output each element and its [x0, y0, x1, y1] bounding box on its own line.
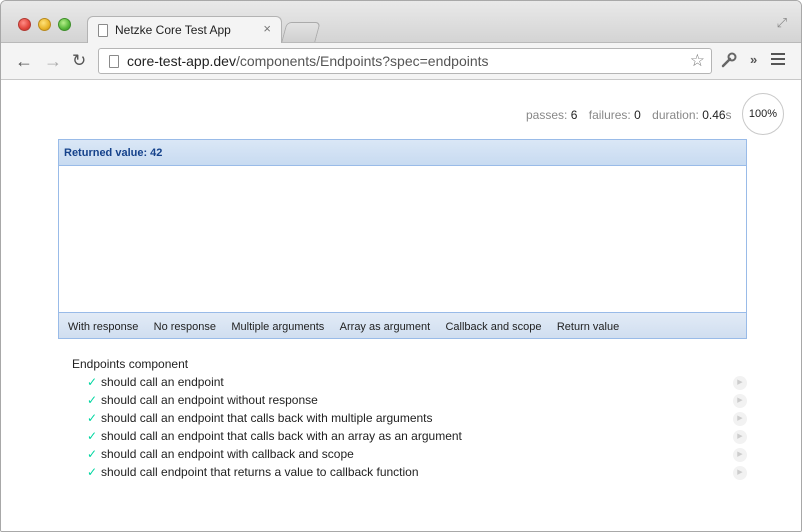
- url-path: /components/Endpoints?spec=endpoints: [235, 53, 489, 69]
- duration-unit: s: [725, 108, 732, 122]
- passes-label: passes:: [526, 108, 568, 122]
- test-item[interactable]: ✓ should call endpoint that returns a val…: [87, 465, 747, 483]
- new-tab-button[interactable]: [281, 22, 321, 42]
- url-text[interactable]: core-test-app.dev/components/Endpoints?s…: [127, 53, 489, 69]
- panel-header: Returned value: 42: [59, 140, 746, 166]
- replay-icon[interactable]: ▶: [733, 376, 747, 390]
- array-as-argument-button[interactable]: Array as argument: [340, 321, 430, 333]
- test-title[interactable]: should call an endpoint: [101, 375, 224, 389]
- progress-indicator: 100%: [742, 93, 784, 135]
- return-value-button[interactable]: Return value: [557, 321, 619, 333]
- test-list: ✓ should call an endpoint ▶ ✓ should call …: [87, 375, 747, 483]
- replay-icon[interactable]: ▶: [733, 412, 747, 426]
- callback-and-scope-button[interactable]: Callback and scope: [445, 321, 541, 333]
- page-content: passes: 6 failures: 0 duration: 0.46s 10…: [1, 81, 801, 531]
- check-icon: ✓: [87, 429, 98, 443]
- multiple-arguments-button[interactable]: Multiple arguments: [231, 321, 324, 333]
- duration-value: 0.46: [702, 108, 726, 122]
- test-title[interactable]: should call an endpoint without response: [101, 393, 318, 407]
- browser-tab[interactable]: Netzke Core Test App ×: [87, 16, 282, 44]
- suite-title[interactable]: Endpoints component: [72, 357, 188, 371]
- test-title[interactable]: should call an endpoint with callback an…: [101, 447, 354, 461]
- test-stats: passes: 6 failures: 0 duration: 0.46s: [526, 108, 732, 122]
- minimize-window-button[interactable]: [38, 18, 51, 31]
- page-icon: [98, 24, 108, 37]
- zoom-window-button[interactable]: [58, 18, 71, 31]
- wrench-icon[interactable]: [721, 52, 737, 73]
- test-title[interactable]: should call an endpoint that calls back …: [101, 411, 433, 425]
- replay-icon[interactable]: ▶: [733, 466, 747, 480]
- wrench-icon-graphic: [721, 52, 737, 68]
- no-response-button[interactable]: No response: [154, 321, 216, 333]
- test-title[interactable]: should call an endpoint that calls back …: [101, 429, 462, 443]
- fullscreen-icon[interactable]: ⤢: [777, 15, 787, 31]
- check-icon: ✓: [87, 411, 98, 425]
- panel-toolbar: With response No response Multiple argum…: [59, 312, 746, 338]
- test-item[interactable]: ✓ should call an endpoint ▶: [87, 375, 747, 393]
- overflow-chevron-icon[interactable]: »: [750, 52, 757, 67]
- page-icon: [109, 55, 119, 68]
- browser-toolbar: ← → ↻ core-test-app.dev/components/Endpo…: [1, 43, 801, 80]
- test-item[interactable]: ✓ should call an endpoint with callback a…: [87, 447, 747, 465]
- reload-icon[interactable]: ↻: [72, 51, 86, 71]
- test-item[interactable]: ✓ should call an endpoint without respons…: [87, 393, 747, 411]
- replay-icon[interactable]: ▶: [733, 394, 747, 408]
- replay-icon[interactable]: ▶: [733, 430, 747, 444]
- duration-label: duration:: [652, 108, 699, 122]
- endpoints-panel: Returned value: 42 With response No resp…: [58, 139, 747, 339]
- check-icon: ✓: [87, 375, 98, 389]
- test-item[interactable]: ✓ should call an endpoint that calls back…: [87, 429, 747, 447]
- check-icon: ✓: [87, 393, 98, 407]
- check-icon: ✓: [87, 447, 98, 461]
- forward-icon[interactable]: →: [44, 51, 62, 71]
- failures-label: failures:: [588, 108, 631, 122]
- panel-body: [59, 166, 746, 312]
- test-item[interactable]: ✓ should call an endpoint that calls back…: [87, 411, 747, 429]
- address-bar[interactable]: core-test-app.dev/components/Endpoints?s…: [98, 48, 712, 74]
- menu-icon[interactable]: [771, 53, 785, 68]
- title-bar: Netzke Core Test App × ⤢: [1, 1, 801, 44]
- passes-value: 6: [570, 108, 578, 122]
- tab-title: Netzke Core Test App: [115, 23, 231, 37]
- failures-value: 0: [634, 108, 641, 122]
- browser-window: Netzke Core Test App × ⤢ ← → ↻ core-test…: [0, 0, 802, 532]
- back-icon[interactable]: ←: [15, 51, 33, 71]
- tab-close-icon[interactable]: ×: [263, 21, 271, 36]
- check-icon: ✓: [87, 465, 98, 479]
- url-host: core-test-app.dev: [127, 53, 236, 69]
- bookmark-star-icon[interactable]: ☆: [690, 51, 705, 71]
- close-window-button[interactable]: [18, 18, 31, 31]
- test-title[interactable]: should call endpoint that returns a valu…: [101, 465, 419, 479]
- with-response-button[interactable]: With response: [68, 321, 138, 333]
- replay-icon[interactable]: ▶: [733, 448, 747, 462]
